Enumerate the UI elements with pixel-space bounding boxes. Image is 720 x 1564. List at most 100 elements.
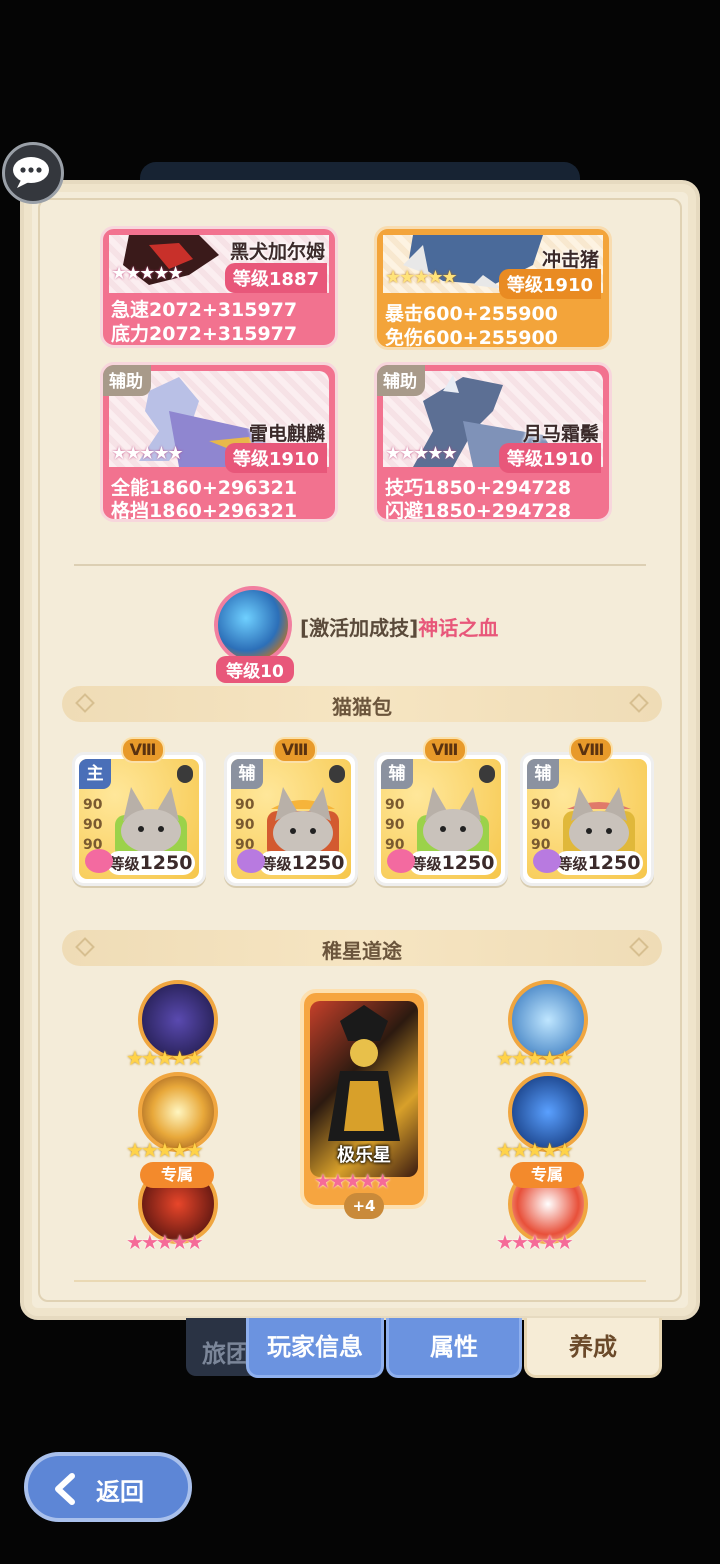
tab-cultivate[interactable]: 养成	[524, 1318, 662, 1378]
orb-stars: ★★★★★	[126, 1230, 204, 1254]
exclusive-badge: 专属	[510, 1162, 584, 1188]
skill-bracket-label: [激活加成技]	[300, 616, 419, 640]
support-tag: 辅助	[377, 365, 425, 396]
bottom-ornament	[74, 1280, 646, 1282]
bag-stats: 90 90 90	[531, 795, 551, 855]
pet-stars: ★★★★★	[111, 263, 184, 284]
bag-level-label: 等级	[411, 855, 442, 873]
role-main-badge: 主	[79, 759, 111, 789]
exclusive-badge: 专属	[140, 1162, 214, 1188]
orb-stars: ★★★★★	[126, 1046, 204, 1070]
bag-art: 主 90 90 90 等级1250	[79, 759, 199, 879]
pet-level: 等级1910	[498, 269, 601, 299]
pet-stat-1: 急速2072+315977	[111, 299, 298, 321]
pet-stat-2: 免伤600+255900	[385, 327, 558, 349]
profile-panel: 黑犬加尔姆 等级1887 ★★★★★ 急速2072+315977 底力2072+…	[20, 180, 700, 1320]
chat-button[interactable]	[2, 142, 64, 204]
rank-badge: Ⅷ	[273, 737, 317, 763]
role-support-badge: 辅	[381, 759, 413, 789]
pet-name: 黑犬加尔姆	[229, 241, 325, 263]
tarot-card-bliss-star[interactable]: 极乐星 ★★★★★ +4	[300, 989, 428, 1219]
cat-bag-icon	[563, 787, 635, 859]
tab-attributes[interactable]: 属性	[386, 1318, 522, 1378]
bag-stats: 90 90 90	[235, 795, 255, 855]
rank-badge: Ⅷ	[569, 737, 613, 763]
tab-label: 玩家信息	[267, 1333, 363, 1361]
skill-text: [激活加成技]神话之血	[300, 612, 498, 641]
section-header-cat-bag: 猫猫包	[62, 686, 662, 722]
pet-stars: ★★★★★	[385, 443, 458, 464]
pet-stat-2: 闪避1850+294728	[385, 500, 572, 522]
cat-bag-3[interactable]: Ⅷ 辅 90 90 90 等级1250	[374, 737, 508, 886]
paw-icon	[387, 849, 415, 873]
pet-card-kirin[interactable]: 辅助 雷电麒麟 等级1910 ★★★★★ 全能1860+296321 格挡186…	[100, 362, 338, 522]
bag-stat: 90	[531, 797, 551, 813]
divider	[74, 564, 646, 566]
cat-bag-1[interactable]: Ⅷ 主 90 90 90 等级1250	[72, 737, 206, 886]
back-label: 返回	[96, 1478, 144, 1506]
paw-icon	[85, 849, 113, 873]
bag-level-value: 1250	[139, 852, 193, 874]
pet-card-garm[interactable]: 黑犬加尔姆 等级1887 ★★★★★ 急速2072+315977 底力2072+…	[100, 226, 338, 348]
bag-art: 辅 90 90 90 等级1250	[381, 759, 501, 879]
tab-player-info[interactable]: 玩家信息	[246, 1318, 384, 1378]
pet-stat-1: 暴击600+255900	[385, 303, 558, 325]
section-title: 稚星道途	[322, 939, 402, 963]
bag-art: 辅 90 90 90 等级1250	[527, 759, 647, 879]
tab-label: 属性	[430, 1333, 478, 1361]
bag-stat: 90	[531, 817, 551, 833]
bag-stat: 90	[235, 817, 255, 833]
cat-bag-2[interactable]: Ⅷ 辅 90 90 90 等级1250	[224, 737, 358, 886]
rank-badge: Ⅷ	[423, 737, 467, 763]
back-arrow-icon	[55, 1473, 75, 1505]
bag-art: 辅 90 90 90 等级1250	[231, 759, 351, 879]
tarot-stars: ★★★★★	[314, 1169, 392, 1193]
support-tag: 辅助	[103, 365, 151, 396]
pet-level: 等级1887	[224, 263, 327, 293]
rank-badge: Ⅷ	[121, 737, 165, 763]
bag-level-value: 1250	[291, 852, 345, 874]
section-title: 猫猫包	[332, 695, 392, 719]
orb-stars: ★★★★★	[496, 1046, 574, 1070]
pet-card-boar[interactable]: 冲击猪 等级1910 ★★★★★ 暴击600+255900 免伤600+2559…	[374, 226, 612, 350]
cat-bag-4[interactable]: Ⅷ 辅 90 90 90 等级1250	[520, 737, 654, 886]
skill-name: 神话之血	[418, 616, 499, 640]
pet-level: 等级1910	[224, 443, 327, 473]
bag-level-label: 等级	[557, 855, 588, 873]
cat-bag-icon	[115, 787, 187, 859]
lock-icon	[329, 765, 345, 783]
pet-name: 月马霜鬃	[522, 423, 599, 445]
bag-stat: 90	[83, 797, 103, 813]
paw-icon	[237, 849, 265, 873]
bag-level-value: 1250	[441, 852, 495, 874]
bag-level: 等级1250	[555, 851, 643, 875]
cat-bag-icon	[417, 787, 489, 859]
pet-stat-2: 底力2072+315977	[111, 323, 298, 345]
tarot-name: 极乐星	[337, 1145, 391, 1166]
pet-stars: ★★★★★	[111, 443, 184, 464]
bag-stat: 90	[385, 817, 405, 833]
tarot-plus-badge: +4	[344, 1193, 384, 1219]
lock-icon	[479, 765, 495, 783]
paw-icon	[533, 849, 561, 873]
tab-label: 旅团	[202, 1340, 250, 1368]
pet-name: 冲击猪	[541, 249, 599, 271]
pet-stars: ★★★★★	[385, 267, 458, 288]
pet-stat-2: 格挡1860+296321	[111, 500, 298, 522]
lock-icon	[177, 765, 193, 783]
bag-level: 等级1250	[107, 851, 195, 875]
bag-level: 等级1250	[409, 851, 497, 875]
skill-level: 等级10	[216, 656, 294, 683]
section-header-star-path: 稚星道途	[62, 930, 662, 966]
bag-level: 等级1250	[259, 851, 347, 875]
bag-stat: 90	[83, 817, 103, 833]
screen: 黑犬加尔姆 等级1887 ★★★★★ 急速2072+315977 底力2072+…	[0, 0, 720, 1564]
myth-blood-skill-icon	[214, 586, 292, 664]
back-button[interactable]: 返回	[24, 1452, 192, 1522]
chat-bubble-icon	[13, 157, 49, 188]
pet-card-frost-horse[interactable]: 辅助 月马霜鬃 等级1910 ★★★★★ 技巧1850+294728 闪避185…	[374, 362, 612, 522]
bag-stat: 90	[235, 797, 255, 813]
bag-level-value: 1250	[587, 852, 641, 874]
bag-stats: 90 90 90	[385, 795, 405, 855]
bag-level-label: 等级	[109, 855, 140, 873]
